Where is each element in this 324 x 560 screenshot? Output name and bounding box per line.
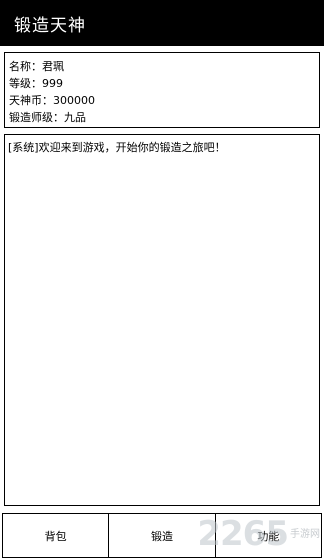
bag-button[interactable]: 背包 bbox=[3, 514, 110, 557]
smith-rank-value: 九品 bbox=[64, 111, 86, 124]
title-bar: 锻造天神 bbox=[0, 0, 324, 46]
player-level-row: 等级：999 bbox=[9, 75, 315, 92]
message-log[interactable]: [系统]欢迎来到游戏，开始你的锻造之旅吧！ bbox=[4, 134, 320, 506]
player-name-label: 名称： bbox=[9, 60, 42, 73]
smith-rank-row: 锻造师级：九品 bbox=[9, 109, 315, 126]
app-title: 锻造天神 bbox=[14, 15, 86, 36]
function-button[interactable]: 功能 bbox=[215, 514, 321, 557]
player-name-value: 君珮 bbox=[42, 60, 64, 73]
forge-button[interactable]: 锻造 bbox=[109, 514, 216, 557]
player-level-value: 999 bbox=[42, 77, 63, 90]
bottom-nav: 背包 锻造 功能 bbox=[2, 513, 322, 558]
currency-label: 天神币： bbox=[9, 94, 53, 107]
player-name-row: 名称：君珮 bbox=[9, 58, 315, 75]
game-screen: 锻造天神 名称：君珮 等级：999 天神币：300000 锻造师级：九品 [系统… bbox=[0, 0, 324, 560]
log-message: [系统]欢迎来到游戏，开始你的锻造之旅吧！ bbox=[8, 141, 226, 154]
currency-row: 天神币：300000 bbox=[9, 92, 315, 109]
smith-rank-label: 锻造师级： bbox=[9, 111, 64, 124]
player-level-label: 等级： bbox=[9, 77, 42, 90]
currency-value: 300000 bbox=[53, 94, 95, 107]
player-info-panel: 名称：君珮 等级：999 天神币：300000 锻造师级：九品 bbox=[4, 52, 320, 128]
